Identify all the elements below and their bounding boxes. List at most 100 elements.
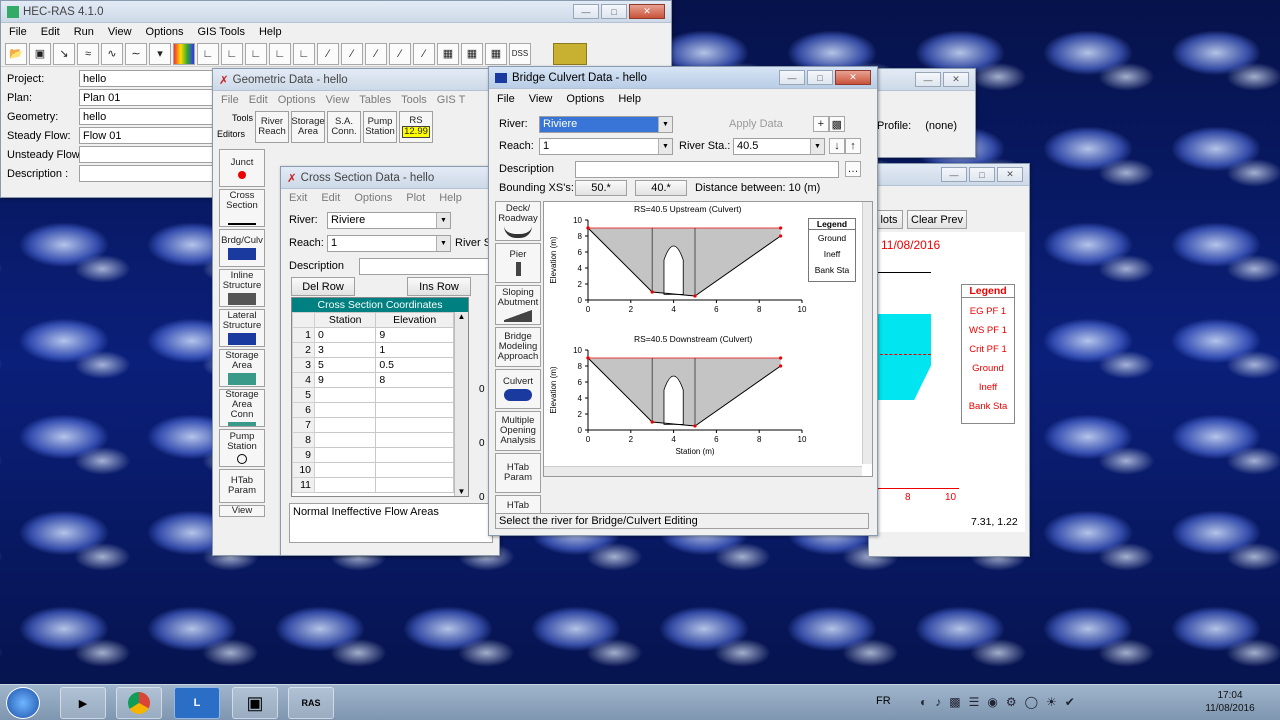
arrow-up-icon[interactable]: ↑: [845, 138, 861, 154]
apply-data-button[interactable]: Apply Data: [729, 118, 783, 130]
profile-plot-icon[interactable]: ∟: [221, 42, 243, 65]
scroll-down-icon[interactable]: ▼: [455, 487, 468, 496]
menu-options[interactable]: Options: [146, 26, 184, 38]
profile-minimize-button[interactable]: —: [915, 72, 941, 87]
storage-area-tool[interactable]: Storage Area: [291, 111, 325, 143]
xs-menu-plot[interactable]: Plot: [406, 192, 425, 204]
table-row[interactable]: 109: [292, 327, 454, 343]
table-row[interactable]: 9: [292, 447, 454, 463]
geometry-menu-tables[interactable]: Tables: [359, 94, 391, 106]
floppy-icon[interactable]: ▣: [232, 687, 278, 719]
lang-indicator[interactable]: FR: [876, 695, 891, 707]
lync-icon[interactable]: L: [174, 687, 220, 719]
plot-vertical-scrollbar[interactable]: [862, 202, 872, 464]
geometry-menu-options[interactable]: Options: [278, 94, 316, 106]
del-row-button[interactable]: Del Row: [291, 277, 355, 296]
deck-roadway-tool[interactable]: Deck/ Roadway: [495, 201, 541, 241]
profile-table-icon[interactable]: ∕: [365, 42, 387, 65]
xs-reach-select[interactable]: 1 ▼: [327, 234, 451, 252]
hydraulic-prop-icon[interactable]: ∕: [317, 42, 339, 65]
geometry-menu-tools[interactable]: Tools: [401, 94, 427, 106]
bridge-close-button[interactable]: ✕: [835, 70, 871, 85]
maximize-button[interactable]: □: [601, 4, 627, 19]
geometry-title-bar[interactable]: ✗ Geometric Data - hello: [213, 69, 489, 91]
bounding-xs-downstream[interactable]: 40.*: [635, 180, 687, 196]
geometry-editor-icon[interactable]: ↘: [53, 42, 75, 65]
xs-menu-help[interactable]: Help: [439, 192, 462, 204]
bridge-maximize-button[interactable]: □: [807, 70, 833, 85]
storage-area-editor[interactable]: Storage Area: [219, 349, 265, 387]
table-row[interactable]: 10: [292, 462, 454, 478]
camera-icon[interactable]: ▩: [828, 116, 845, 132]
detailed-output-icon[interactable]: ∕: [341, 42, 363, 65]
inline-structure-editor[interactable]: Inline Structure: [219, 269, 265, 307]
bridge-description-field[interactable]: [575, 160, 839, 178]
clock[interactable]: 17:04 11/08/2016: [1200, 689, 1260, 715]
bridge-river-select[interactable]: Riviere ▼: [539, 115, 673, 133]
xs-menu-exit[interactable]: Exit: [289, 192, 307, 204]
start-button[interactable]: [6, 687, 40, 719]
ins-row-button[interactable]: Ins Row: [407, 277, 471, 296]
geometry-menu-gis[interactable]: GIS T: [437, 94, 466, 106]
steady-flow-icon[interactable]: ≈: [77, 42, 99, 65]
profile-close-button[interactable]: ✕: [943, 72, 969, 87]
pump-station-tool[interactable]: Pump Station: [363, 111, 397, 143]
bridge-modeling-approach-tool[interactable]: Bridge Modeling Approach: [495, 327, 541, 367]
bridge-menu-help[interactable]: Help: [618, 93, 641, 105]
bridge-reach-select[interactable]: 1 ▼: [539, 137, 673, 155]
xs-plot-icon[interactable]: ∟: [197, 42, 219, 65]
menu-run[interactable]: Run: [74, 26, 94, 38]
stage-hydrograph-icon[interactable]: ∟: [293, 42, 315, 65]
table3-icon[interactable]: ▦: [485, 42, 507, 65]
storage-area-conn-editor[interactable]: Storage Area Conn: [219, 389, 265, 427]
quasi-unsteady-icon[interactable]: ∼: [125, 42, 147, 65]
xs-river-select[interactable]: Riviere ▼: [327, 211, 451, 229]
summary-errors-icon[interactable]: ∕: [389, 42, 411, 65]
table-row[interactable]: 231: [292, 342, 454, 358]
pump-station-editor[interactable]: Pump Station: [219, 429, 265, 467]
geometry-menu-view[interactable]: View: [326, 94, 350, 106]
view-editor[interactable]: View: [219, 505, 265, 517]
menu-view[interactable]: View: [108, 26, 132, 38]
water-quality-icon[interactable]: [173, 42, 195, 65]
menu-gis-tools[interactable]: GIS Tools: [197, 26, 245, 38]
sloping-abutment-tool[interactable]: Sloping Abutment: [495, 285, 541, 325]
geometry-menu-file[interactable]: File: [221, 94, 239, 106]
bridge-title-bar[interactable]: Bridge Culvert Data - hello — □ ✕: [489, 67, 877, 89]
cross-section-editor[interactable]: Cross Section: [219, 189, 265, 227]
scroll-up-icon[interactable]: ▲: [455, 312, 468, 321]
xs-output-maximize-button[interactable]: □: [969, 167, 995, 182]
htab-param-tool[interactable]: HTab Param: [495, 453, 541, 493]
culvert-tool[interactable]: Culvert: [495, 369, 541, 409]
junction-editor[interactable]: Junct: [219, 149, 265, 187]
dss-icon[interactable]: DSS: [509, 42, 531, 65]
minimize-button[interactable]: —: [573, 4, 599, 19]
plots-button[interactable]: lots: [875, 210, 903, 229]
hecras-taskbar-icon[interactable]: RAS: [288, 687, 334, 719]
htab-param-editor[interactable]: HTab Param: [219, 469, 265, 503]
xs-menu-edit[interactable]: Edit: [321, 192, 340, 204]
xs-description-field[interactable]: [359, 257, 489, 275]
geometry-menu-edit[interactable]: Edit: [249, 94, 268, 106]
rating-curve-icon[interactable]: ∟: [245, 42, 267, 65]
xs-output-close-button[interactable]: ✕: [997, 167, 1023, 182]
multiple-opening-tool[interactable]: Multiple Opening Analysis: [495, 411, 541, 451]
media-player-icon[interactable]: ▶: [60, 687, 106, 719]
save-icon[interactable]: ▣: [29, 42, 51, 65]
bridge-river-sta-select[interactable]: 40.5 ▼: [733, 137, 825, 155]
table-icon[interactable]: ▦: [437, 42, 459, 65]
plus-icon[interactable]: +: [812, 116, 829, 132]
chrome-icon[interactable]: [116, 687, 162, 719]
bounding-xs-upstream[interactable]: 50.*: [575, 180, 627, 196]
xs-output-title-bar[interactable]: — □ ✕: [869, 164, 1029, 186]
menu-help[interactable]: Help: [259, 26, 282, 38]
xs-output-minimize-button[interactable]: —: [941, 167, 967, 182]
table-row[interactable]: 5: [292, 387, 454, 403]
bridge-minimize-button[interactable]: —: [779, 70, 805, 85]
clear-prev-button[interactable]: Clear Prev: [907, 210, 967, 229]
pier-tool[interactable]: Pier: [495, 243, 541, 283]
menu-file[interactable]: File: [9, 26, 27, 38]
xs-table-scrollbar[interactable]: ▲ ▼: [454, 312, 468, 496]
profile-title-bar[interactable]: — ✕: [869, 69, 975, 91]
bridge-culvert-editor[interactable]: Brdg/Culv: [219, 229, 265, 267]
